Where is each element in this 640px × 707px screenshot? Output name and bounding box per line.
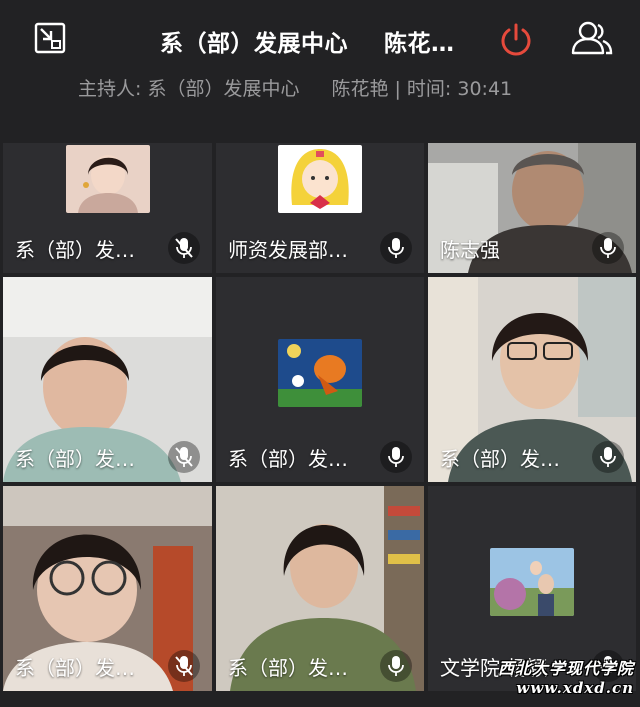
mic-icon[interactable] xyxy=(380,441,412,473)
mic-icon[interactable] xyxy=(592,441,624,473)
mic-icon[interactable] xyxy=(380,232,412,264)
watermark: 西北大学现代学院 www.xdxd.cn xyxy=(468,655,636,705)
meeting-title: 系（部）发展中心 陈花… xyxy=(160,24,490,58)
participant-name: 系（部）发… xyxy=(228,447,348,471)
participant-tile[interactable]: 系（部）发… xyxy=(3,143,212,273)
current-user-name: 陈花… xyxy=(384,31,455,57)
participant-name: 系（部）发… xyxy=(15,656,135,680)
video-grid: 系（部）发… 师资发展部… 陈志强 系（部）发… 系（部）发… 系（部）发… 系… xyxy=(3,143,637,707)
end-meeting-button[interactable] xyxy=(498,22,534,58)
participant-name: 系（部）发… xyxy=(440,447,560,471)
participant-tile[interactable]: 系（部）发… xyxy=(428,277,636,482)
participant-tile[interactable]: 系（部）发… xyxy=(3,277,212,482)
participant-name: 陈志强 xyxy=(440,238,500,262)
participant-avatar xyxy=(278,339,362,407)
participant-tile[interactable]: 系（部）发… xyxy=(3,486,212,691)
watermark-url: www.xdxd.cn xyxy=(516,679,634,697)
mic-muted-icon[interactable] xyxy=(168,441,200,473)
watermark-name: 西北大学现代学院 xyxy=(497,659,634,678)
participant-tile[interactable]: 师资发展部… xyxy=(216,143,424,273)
participant-name: 师资发展部… xyxy=(228,238,348,262)
participant-tile[interactable]: 陈志强 xyxy=(428,143,636,273)
participant-name: 系（部）发… xyxy=(228,656,348,680)
mic-icon[interactable] xyxy=(380,650,412,682)
meeting-name: 系（部）发展中心 xyxy=(160,31,348,57)
participant-avatar xyxy=(278,145,362,213)
participant-name: 系（部）发… xyxy=(15,447,135,471)
participant-avatar xyxy=(490,548,574,616)
meeting-info: 主持人: 系（部）发展中心 陈花艳 | 时间: 30:41 xyxy=(78,72,598,102)
shrink-window-icon[interactable] xyxy=(34,22,66,54)
meeting-header: 系（部）发展中心 陈花… 主持人: 系（部）发展中心 陈花艳 | 时间: 30:… xyxy=(0,0,640,136)
host-label: 主持人: 系（部）发展中心 xyxy=(78,77,300,100)
participants-button[interactable] xyxy=(570,20,614,56)
participants-icon xyxy=(571,21,613,55)
participant-tile[interactable]: 系（部）发… xyxy=(216,277,424,482)
participant-avatar xyxy=(65,145,150,213)
meeting-extra-info: 陈花艳 | 时间: 30:41 xyxy=(331,77,513,100)
mic-muted-icon[interactable] xyxy=(168,232,200,264)
mic-muted-icon[interactable] xyxy=(168,650,200,682)
power-icon xyxy=(501,23,531,56)
participant-name: 系（部）发… xyxy=(15,238,135,262)
participant-tile[interactable]: 系（部）发… xyxy=(216,486,424,691)
mic-icon[interactable] xyxy=(592,232,624,264)
